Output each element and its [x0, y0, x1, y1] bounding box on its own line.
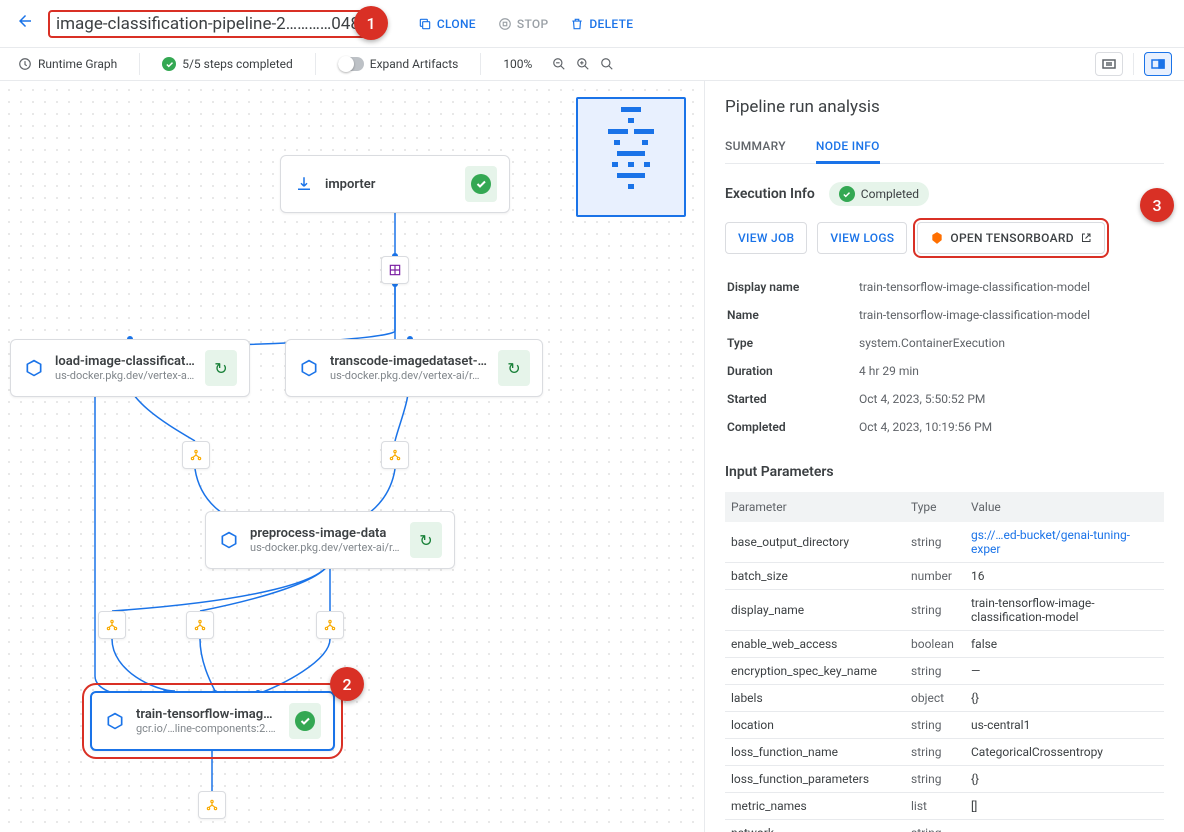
param-row: loss_function_parametersstring{} — [725, 766, 1164, 793]
cube-icon — [218, 529, 240, 551]
artifact-tree[interactable] — [186, 611, 214, 639]
param-row: encryption_spec_key_namestring— — [725, 658, 1164, 685]
cube-icon — [23, 357, 45, 379]
artifact-tree[interactable] — [381, 441, 409, 469]
artifact-tree[interactable] — [182, 441, 210, 469]
delete-button[interactable]: DELETE — [570, 17, 633, 31]
zoom-in-icon[interactable] — [576, 57, 590, 71]
back-arrow-icon[interactable] — [12, 8, 38, 39]
delete-label: DELETE — [589, 17, 633, 31]
view-logs-button[interactable]: VIEW LOGS — [817, 222, 907, 254]
cube-icon — [298, 357, 320, 379]
param-row: loss_function_namestringCategoricalCross… — [725, 739, 1164, 766]
zoom-level[interactable]: 100% — [497, 53, 538, 75]
param-row: locationstringus-central1 — [725, 712, 1164, 739]
view-mode-2[interactable] — [1144, 52, 1172, 76]
steps-completed-label: 5/5 steps completed — [182, 57, 293, 71]
node-preprocess[interactable]: preprocess-image-data us-docker.pkg.dev/… — [205, 511, 455, 569]
external-link-icon — [1080, 232, 1092, 244]
check-icon — [471, 174, 491, 194]
artifact-tree[interactable] — [316, 611, 344, 639]
steps-completed: 5/5 steps completed — [156, 53, 299, 75]
view-mode-1[interactable] — [1095, 52, 1123, 76]
download-icon — [293, 173, 315, 195]
zoom-reset-icon[interactable] — [600, 57, 614, 71]
tensorboard-icon — [930, 231, 944, 245]
cache-icon: ↻ — [214, 359, 227, 378]
cache-icon: ↻ — [507, 359, 520, 378]
node-train[interactable]: train-tensorflow-image-c… gcr.io/…line-c… — [90, 691, 335, 751]
param-row: networkstring— — [725, 820, 1164, 832]
cache-icon: ↻ — [419, 531, 432, 550]
tab-summary[interactable]: SUMMARY — [725, 131, 786, 163]
node-subtitle: us-docker.pkg.dev/vertex-ai/r… — [330, 369, 488, 382]
callout-1: 1 — [354, 6, 388, 40]
open-tensorboard-button[interactable]: OPEN TENSORBOARD — [917, 222, 1104, 254]
zoom-out-icon[interactable] — [552, 57, 566, 71]
node-importer[interactable]: importer — [280, 155, 510, 213]
node-load[interactable]: load-image-classificatio… us-docker.pkg.… — [10, 339, 250, 397]
callout-2: 2 — [330, 667, 364, 701]
expand-artifacts-label: Expand Artifacts — [370, 57, 459, 71]
clone-label: CLONE — [437, 17, 476, 31]
param-link[interactable]: gs://…ed-bucket/genai-tuning-exper — [971, 528, 1130, 556]
runtime-graph-label: Runtime Graph — [38, 57, 117, 71]
runtime-graph-toggle[interactable]: Runtime Graph — [12, 53, 123, 75]
artifact-grid[interactable] — [381, 256, 409, 284]
param-row: batch_sizenumber16 — [725, 563, 1164, 590]
node-transcode[interactable]: transcode-imagedataset-… us-docker.pkg.d… — [285, 339, 543, 397]
node-title: load-image-classificatio… — [55, 354, 195, 369]
node-title: importer — [325, 177, 455, 192]
status-label: Completed — [861, 187, 919, 201]
artifact-tree[interactable] — [98, 611, 126, 639]
input-parameters-title: Input Parameters — [725, 464, 1164, 480]
header: image-classification-pipeline-2…………048 C… — [0, 0, 1184, 48]
toolbar: Runtime Graph 5/5 steps completed Expand… — [0, 48, 1184, 81]
cube-icon — [104, 710, 126, 732]
tab-node-info[interactable]: NODE INFO — [816, 131, 880, 164]
param-row: metric_nameslist[] — [725, 793, 1164, 820]
node-title: preprocess-image-data — [250, 526, 400, 541]
artifact-tree[interactable] — [198, 791, 226, 819]
stop-button: STOP — [498, 17, 549, 31]
clone-button[interactable]: CLONE — [418, 17, 476, 31]
pipeline-name: image-classification-pipeline-2…………048 — [48, 10, 368, 38]
pipeline-canvas[interactable]: importer load-image-classificatio… us-do… — [0, 81, 704, 832]
param-row: display_namestringtrain-tensorflow-image… — [725, 590, 1164, 631]
toggle-icon[interactable] — [338, 57, 364, 71]
check-icon — [295, 711, 315, 731]
stop-label: STOP — [517, 17, 549, 31]
callout-3: 3 — [1140, 188, 1174, 222]
node-title: transcode-imagedataset-… — [330, 354, 488, 369]
node-subtitle: us-docker.pkg.dev/vertex-ai/r… — [250, 541, 400, 554]
open-tensorboard-label: OPEN TENSORBOARD — [950, 231, 1073, 245]
side-panel: Pipeline run analysis SUMMARY NODE INFO … — [704, 81, 1184, 832]
param-row: labelsobject{} — [725, 685, 1164, 712]
node-subtitle: gcr.io/…line-components:2.4.1 — [136, 722, 279, 735]
minimap[interactable] — [576, 97, 686, 217]
param-row: enable_web_accessbooleanfalse — [725, 631, 1164, 658]
expand-artifacts-toggle[interactable]: Expand Artifacts — [332, 53, 465, 75]
status-badge: Completed — [829, 182, 929, 206]
view-job-button[interactable]: VIEW JOB — [725, 222, 807, 254]
node-subtitle: us-docker.pkg.dev/vertex-ai/r… — [55, 369, 195, 382]
execution-info-table: Display nametrain-tensorflow-image-class… — [725, 272, 1164, 442]
node-title: train-tensorflow-image-c… — [136, 707, 279, 722]
input-parameters-table: Parameter Type Value base_output_directo… — [725, 492, 1164, 832]
panel-title: Pipeline run analysis — [725, 97, 1164, 117]
param-row: base_output_directorystringgs://…ed-buck… — [725, 522, 1164, 563]
execution-info-title: Execution Info — [725, 186, 815, 202]
